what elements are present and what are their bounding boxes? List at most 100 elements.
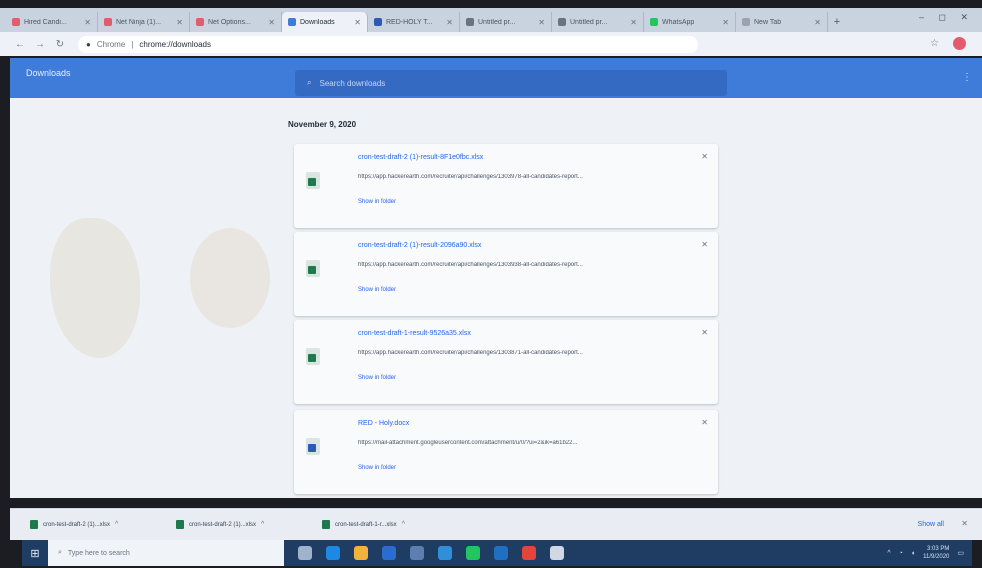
tab-favicon-icon bbox=[374, 18, 382, 26]
download-shelf: cron-test-draft-2 (1)...xlsx ^ cron-test-d… bbox=[10, 508, 982, 540]
browser-tab[interactable]: Downloads ✕ bbox=[282, 12, 368, 32]
shelf-download-item[interactable]: cron-test-draft-1-r...xlsx ^ bbox=[322, 520, 452, 529]
new-tab-button[interactable]: + bbox=[828, 12, 846, 32]
windows-taskbar: ⊞ ⌕ Type here to search ^ ◔ ◖ 3:03 PM 11… bbox=[22, 540, 972, 566]
file-type-mark bbox=[308, 178, 316, 186]
downloads-list-area: November 9, 2020 cron-test-draft-2 (1)-r… bbox=[10, 98, 982, 498]
tab-strip: Hired Candi... ✕ Net Ninja (1)... ✕ Net Opti… bbox=[0, 8, 982, 32]
tab-label: Untitled pr... bbox=[478, 18, 516, 26]
browser-tab[interactable]: WhatsApp ✕ bbox=[644, 12, 736, 32]
back-arrow-icon[interactable]: ← bbox=[14, 39, 26, 50]
screen: Hired Candi... ✕ Net Ninja (1)... ✕ Net Opti… bbox=[0, 0, 982, 568]
download-item: cron-test-draft-2 (1)-result-2096a90.xls… bbox=[294, 232, 718, 316]
show-in-folder-link[interactable]: Show in folder bbox=[358, 287, 396, 293]
shelf-item-label: cron-test-draft-2 (1)...xlsx bbox=[189, 521, 257, 528]
chrome-icon[interactable] bbox=[522, 546, 536, 560]
clock[interactable]: 3:03 PM 11/9/2020 bbox=[923, 545, 949, 561]
remove-download-icon[interactable]: ✕ bbox=[701, 418, 708, 427]
download-filename-link[interactable]: cron-test-draft-2 (1)-result-2096a90.xls… bbox=[358, 242, 481, 249]
profile-avatar[interactable] bbox=[953, 37, 966, 50]
notifications-icon[interactable]: ▭ bbox=[957, 549, 964, 557]
chevron-up-icon[interactable]: ^ bbox=[115, 521, 118, 528]
tab-close-icon[interactable]: ✕ bbox=[176, 18, 183, 27]
tab-close-icon[interactable]: ✕ bbox=[268, 18, 275, 27]
tab-close-icon[interactable]: ✕ bbox=[446, 18, 453, 27]
download-filename-link[interactable]: RED - Holy.docx bbox=[358, 420, 409, 427]
window-controls[interactable]: – ◻ ✕ bbox=[919, 12, 974, 23]
browser-tab[interactable]: Net Options... ✕ bbox=[190, 12, 282, 32]
file-explorer-icon[interactable] bbox=[354, 546, 368, 560]
clock-time: 3:03 PM bbox=[927, 546, 950, 552]
edge-icon[interactable] bbox=[326, 546, 340, 560]
browser-tab[interactable]: Untitled pr... ✕ bbox=[552, 12, 644, 32]
taskbar-search-input[interactable]: ⌕ Type here to search bbox=[48, 540, 284, 566]
tab-label: Net Options... bbox=[208, 18, 251, 26]
volume-icon[interactable]: ◖ bbox=[911, 550, 915, 557]
tab-close-icon[interactable]: ✕ bbox=[814, 18, 821, 27]
taskbar-apps bbox=[298, 546, 564, 560]
task-view-icon[interactable] bbox=[298, 546, 312, 560]
tab-close-icon[interactable]: ✕ bbox=[722, 18, 729, 27]
download-source-url[interactable]: https://app.hackerearth.com/recruiter/ap… bbox=[358, 350, 688, 356]
search-input[interactable]: ⌕ Search downloads bbox=[295, 70, 727, 96]
show-in-folder-link[interactable]: Show in folder bbox=[358, 465, 396, 471]
bookmark-star-icon[interactable]: ☆ bbox=[930, 38, 939, 49]
network-icon[interactable]: ◔ bbox=[899, 550, 903, 557]
shelf-items: cron-test-draft-2 (1)...xlsx ^ cron-test-d… bbox=[30, 520, 452, 529]
download-filename-link[interactable]: cron-test-draft-2 (1)-result-8F1e0fbc.xl… bbox=[358, 154, 483, 161]
browser-tab[interactable]: Hired Candi... ✕ bbox=[6, 12, 98, 32]
tab-label: Net Ninja (1)... bbox=[116, 18, 162, 26]
excel-file-icon bbox=[306, 348, 320, 365]
vscode-icon[interactable] bbox=[438, 546, 452, 560]
mail-icon[interactable] bbox=[382, 546, 396, 560]
vscode-blue-icon[interactable] bbox=[494, 546, 508, 560]
remove-download-icon[interactable]: ✕ bbox=[701, 152, 708, 161]
chevron-up-icon[interactable]: ^ bbox=[261, 521, 264, 528]
site-info-icon[interactable]: ● bbox=[86, 40, 91, 49]
whatsapp-icon[interactable] bbox=[466, 546, 480, 560]
settings-icon[interactable] bbox=[550, 546, 564, 560]
remove-download-icon[interactable]: ✕ bbox=[701, 240, 708, 249]
shelf-download-item[interactable]: cron-test-draft-2 (1)...xlsx ^ bbox=[176, 520, 306, 529]
browser-tab[interactable]: Untitled pr... ✕ bbox=[460, 12, 552, 32]
file-type-mark bbox=[308, 266, 316, 274]
download-source-url[interactable]: https://mail-attachment.googleuserconten… bbox=[358, 440, 688, 446]
tray-arrow-icon[interactable]: ^ bbox=[887, 550, 890, 557]
page-title: Downloads bbox=[26, 68, 71, 78]
reload-icon[interactable]: ↻ bbox=[54, 39, 66, 50]
tab-close-icon[interactable]: ✕ bbox=[630, 18, 637, 27]
tab-favicon-icon bbox=[466, 18, 474, 26]
close-shelf-icon[interactable]: ✕ bbox=[961, 519, 968, 528]
download-filename-link[interactable]: cron-test-draft-1-result-9526a35.xlsx bbox=[358, 330, 471, 337]
tab-close-icon[interactable]: ✕ bbox=[538, 18, 545, 27]
chevron-up-icon[interactable]: ^ bbox=[402, 521, 405, 528]
tab-close-icon[interactable]: ✕ bbox=[354, 18, 361, 27]
download-source-url[interactable]: https://app.hackerearth.com/recruiter/ap… bbox=[358, 174, 688, 180]
download-source-url[interactable]: https://app.hackerearth.com/recruiter/ap… bbox=[358, 262, 688, 268]
shelf-download-item[interactable]: cron-test-draft-2 (1)...xlsx ^ bbox=[30, 520, 160, 529]
tab-favicon-icon bbox=[196, 18, 204, 26]
tab-list: Hired Candi... ✕ Net Ninja (1)... ✕ Net Opti… bbox=[6, 12, 828, 32]
download-item: RED - Holy.docx https://mail-attachment.g… bbox=[294, 410, 718, 494]
more-menu-icon[interactable]: ⋮ bbox=[962, 72, 972, 83]
background-smudge bbox=[190, 228, 270, 328]
tab-close-icon[interactable]: ✕ bbox=[84, 18, 91, 27]
system-tray: ^ ◔ ◖ 3:03 PM 11/9/2020 ▭ bbox=[887, 545, 964, 561]
tab-favicon-icon bbox=[650, 18, 658, 26]
store-icon[interactable] bbox=[410, 546, 424, 560]
show-in-folder-link[interactable]: Show in folder bbox=[358, 375, 396, 381]
address-path: chrome://downloads bbox=[139, 39, 211, 49]
browser-tab[interactable]: RED-HOLY T... ✕ bbox=[368, 12, 460, 32]
remove-download-icon[interactable]: ✕ bbox=[701, 328, 708, 337]
address-scheme: Chrome bbox=[96, 39, 126, 49]
address-bar[interactable]: ● Chrome | chrome://downloads bbox=[78, 35, 698, 53]
forward-arrow-icon[interactable]: → bbox=[34, 39, 46, 50]
show-all-link[interactable]: Show all bbox=[918, 521, 944, 528]
show-in-folder-link[interactable]: Show in folder bbox=[358, 199, 396, 205]
windows-start-icon[interactable]: ⊞ bbox=[22, 540, 48, 566]
browser-tab[interactable]: Net Ninja (1)... ✕ bbox=[98, 12, 190, 32]
browser-tab[interactable]: New Tab ✕ bbox=[736, 12, 828, 32]
tab-favicon-icon bbox=[288, 18, 296, 26]
excel-file-icon bbox=[306, 260, 320, 277]
download-item: cron-test-draft-2 (1)-result-8F1e0fbc.xl… bbox=[294, 144, 718, 228]
